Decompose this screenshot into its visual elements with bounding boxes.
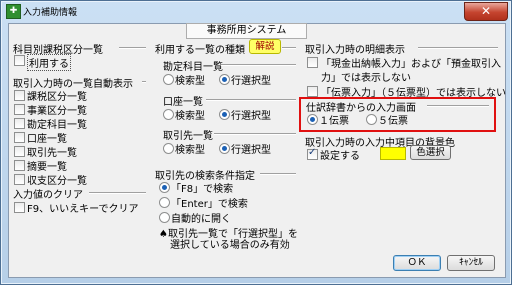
divider: [89, 192, 146, 194]
window-title: 入力補助情報: [23, 8, 78, 18]
auto-display-label[interactable]: 課税区分一覧: [27, 88, 87, 103]
journal-input-5slip-radio[interactable]: [366, 114, 377, 125]
input-clear-title: 入力値のクリア: [13, 190, 83, 201]
auto-display-checkbox[interactable]: [14, 174, 25, 185]
detail-display-slip-checkbox[interactable]: [307, 86, 318, 97]
journal-input-5slip-label[interactable]: ５伝票: [378, 112, 408, 127]
cancel-button[interactable]: ｷｬﾝｾﾙ: [447, 255, 495, 271]
auto-display-checkbox[interactable]: [14, 160, 25, 171]
divider: [260, 173, 296, 175]
f9-clear-checkbox[interactable]: [14, 202, 25, 213]
auto-display-label[interactable]: 口座一覧: [27, 130, 67, 145]
partner-search-auto-label[interactable]: 自動的に開く: [171, 210, 231, 225]
bank-list-group-title: 口座一覧: [163, 97, 203, 108]
detail-display-cashbook-checkbox[interactable]: [307, 57, 318, 68]
partner-search-note: 選択している場合のみ有効: [170, 240, 290, 251]
color-select-button[interactable]: 色選択: [410, 145, 451, 160]
partner-list-search-radio[interactable]: [163, 143, 174, 154]
bank-list-row-label[interactable]: 行選択型: [231, 107, 271, 122]
account-list-row-radio[interactable]: [219, 74, 230, 85]
detail-display-cashbook-label[interactable]: 力」では表示しない: [321, 69, 411, 84]
partner-search-f8-label[interactable]: 「F8」で検索: [171, 180, 233, 195]
account-list-search-label[interactable]: 検索型: [175, 72, 205, 87]
bank-list-search-label[interactable]: 検索型: [175, 107, 205, 122]
auto-display-checkbox[interactable]: [14, 90, 25, 101]
close-button[interactable]: ✕: [464, 2, 508, 21]
dialog-client-area: 事務所用システム 科目別課税区分一覧 利用する 取引入力時の一覧自動表示 課税区…: [8, 23, 506, 278]
partner-search-enter-label[interactable]: 「Enter」で検索: [171, 195, 248, 210]
divider: [214, 133, 296, 135]
divider: [142, 81, 146, 83]
auto-display-checkbox[interactable]: [14, 104, 25, 115]
detail-display-title: 取引入力時の明細表示: [305, 45, 405, 56]
auto-display-checkbox[interactable]: [14, 118, 25, 129]
divider: [206, 99, 296, 101]
auto-display-label[interactable]: 事業区分一覧: [27, 102, 87, 117]
auto-display-label[interactable]: 収支区分一覧: [27, 172, 87, 187]
auto-display-checkbox[interactable]: [14, 132, 25, 143]
partner-search-enter-radio[interactable]: [159, 197, 170, 208]
app-icon: ✚: [6, 4, 21, 19]
divider: [282, 47, 296, 49]
partner-list-row-label[interactable]: 行選択型: [231, 141, 271, 156]
auto-display-label[interactable]: 摘要一覧: [27, 158, 67, 173]
use-account-classification-label[interactable]: 利用する: [27, 54, 71, 71]
journal-input-1slip-radio[interactable]: [307, 114, 318, 125]
partner-list-search-label[interactable]: 検索型: [175, 141, 205, 156]
detail-display-cashbook-label[interactable]: 「現金出納帳入力」および「預金取引入: [321, 55, 501, 70]
system-name-box: 事務所用システム: [186, 23, 307, 39]
auto-display-label[interactable]: 勘定科目一覧: [27, 116, 87, 131]
list-type-title: 利用する一覧の種類: [155, 45, 245, 56]
auto-display-checkbox[interactable]: [14, 146, 25, 157]
bank-list-search-radio[interactable]: [163, 109, 174, 120]
divider: [427, 105, 489, 107]
partner-list-row-radio[interactable]: [219, 143, 230, 154]
auto-display-label[interactable]: 取引先一覧: [27, 144, 77, 159]
partner-search-f8-radio[interactable]: [159, 182, 170, 193]
f9-clear-label[interactable]: F9、いいえキーでクリア: [27, 200, 139, 215]
account-list-group-title: 勘定科目一覧: [163, 62, 223, 73]
divider: [119, 47, 146, 49]
account-list-search-radio[interactable]: [163, 74, 174, 85]
dialog-window: ✚ 入力補助情報 ✕ 事務所用システム 科目別課税区分一覧 利用する 取引入力時…: [0, 0, 512, 285]
account-list-row-label[interactable]: 行選択型: [231, 72, 271, 87]
partner-search-auto-radio[interactable]: [159, 212, 170, 223]
bg-color-set-checkbox[interactable]: [307, 147, 318, 160]
divider: [418, 47, 498, 49]
partner-list-group-title: 取引先一覧: [163, 131, 213, 142]
bank-list-row-radio[interactable]: [219, 109, 230, 120]
divider: [221, 64, 296, 66]
journal-input-1slip-label[interactable]: １伝票: [319, 112, 349, 127]
color-swatch: [380, 147, 406, 160]
bg-color-set-label[interactable]: 設定する: [320, 147, 360, 162]
ok-button[interactable]: ＯＫ: [393, 255, 441, 271]
help-button[interactable]: 解説: [249, 39, 281, 54]
use-account-classification-checkbox[interactable]: [14, 55, 25, 66]
title-bar[interactable]: ✚ 入力補助情報 ✕: [1, 1, 511, 21]
